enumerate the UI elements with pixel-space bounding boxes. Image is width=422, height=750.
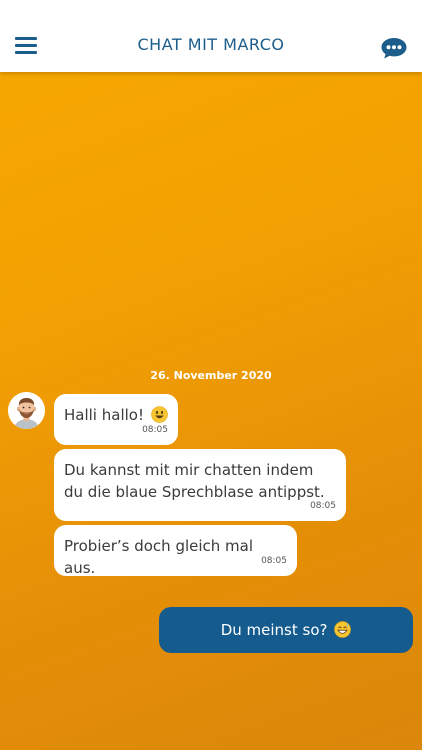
message-timestamp: 08:05 (310, 501, 336, 511)
chat-bubble-icon[interactable] (380, 36, 408, 60)
message-timestamp: 08:05 (261, 556, 287, 566)
app-header: CHAT MIT MARCO (0, 0, 422, 72)
incoming-message-bubble: Halli hallo! 08:05 (54, 394, 178, 445)
bearded-man-avatar (8, 392, 45, 429)
incoming-message-bubble: Du kannst mit mir chatten indem du die b… (54, 449, 346, 521)
grinning-sweat-face-icon (334, 610, 352, 638)
page-title: CHAT MIT MARCO (137, 35, 285, 54)
message-timestamp: 08:05 (142, 425, 168, 435)
outgoing-message-bubble[interactable]: Du meinst so? (159, 607, 413, 653)
outgoing-message-text: Du meinst so? (220, 621, 328, 639)
chat-screen: CHAT MIT MARCO 26. November 2020 Halli h… (0, 0, 422, 750)
message-text: Du kannst mit mir chatten indem du die b… (64, 461, 325, 501)
incoming-message-bubble: Probier’s doch gleich mal aus. 08:05 (54, 525, 297, 577)
message-text: Probier’s doch gleich mal aus. (64, 537, 254, 577)
date-separator: 26. November 2020 (150, 369, 272, 382)
